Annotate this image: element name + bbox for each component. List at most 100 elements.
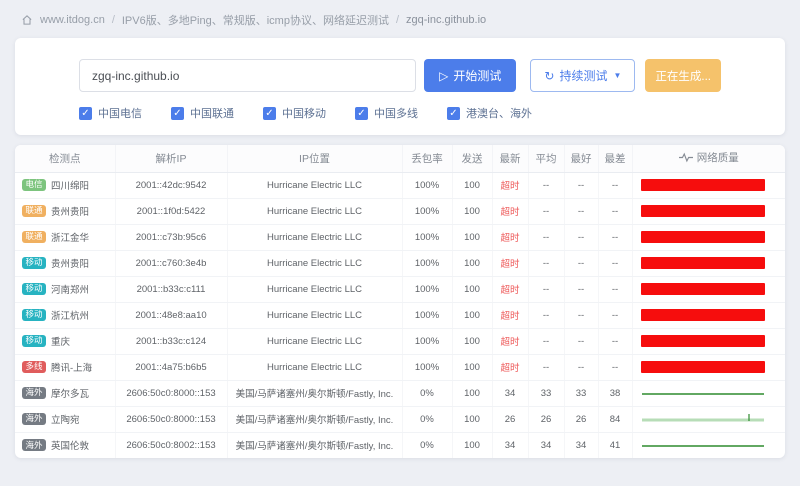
average-cell: -- <box>528 172 564 198</box>
resolved-ip-cell: 2001::c760:3e4b <box>115 250 227 276</box>
quality-cell <box>632 380 785 406</box>
worst-cell: -- <box>598 224 632 250</box>
filter-checkbox-3[interactable]: ✓中国多线 <box>355 105 418 121</box>
table-row: 移动重庆2001::b33c:c124Hurricane Electric LL… <box>15 328 785 354</box>
latest-cell: 34 <box>492 380 528 406</box>
breadcrumb-site-link[interactable]: www.itdog.cn <box>40 14 105 26</box>
home-icon[interactable] <box>21 14 33 26</box>
quality-cell <box>632 302 785 328</box>
quality-cell <box>632 276 785 302</box>
node-name: 贵州贵阳 <box>51 259 89 270</box>
carrier-badge: 海外 <box>22 413 46 425</box>
worst-cell: 38 <box>598 380 632 406</box>
col-header-worst: 最差 <box>598 145 632 172</box>
quality-cell <box>632 432 785 458</box>
packet-loss-cell: 100% <box>402 302 452 328</box>
node-cell: 联通浙江金华 <box>15 224 115 250</box>
sent-cell: 100 <box>452 302 492 328</box>
best-cell: 34 <box>564 432 598 458</box>
worst-cell: 41 <box>598 432 632 458</box>
best-cell: -- <box>564 224 598 250</box>
continuous-test-button[interactable]: ↻ 持续测试 ▼ <box>530 59 635 92</box>
ip-location-cell: Hurricane Electric LLC <box>227 354 402 380</box>
checkbox-checked-icon: ✓ <box>355 107 368 120</box>
best-cell: -- <box>564 172 598 198</box>
checkbox-checked-icon: ✓ <box>79 107 92 120</box>
latest-cell: 超时 <box>492 224 528 250</box>
filter-checkbox-1[interactable]: ✓中国联通 <box>171 105 234 121</box>
node-name: 浙江杭州 <box>51 311 89 322</box>
node-name: 立陶宛 <box>51 415 80 426</box>
average-cell: 34 <box>528 432 564 458</box>
checkbox-checked-icon: ✓ <box>263 107 276 120</box>
node-name: 浙江金华 <box>51 233 89 244</box>
quality-cell <box>632 354 785 380</box>
latest-cell: 34 <box>492 432 528 458</box>
activity-icon <box>679 152 693 163</box>
best-cell: -- <box>564 250 598 276</box>
generating-button[interactable]: 正在生成... <box>645 59 721 92</box>
latest-cell: 26 <box>492 406 528 432</box>
average-cell: -- <box>528 198 564 224</box>
ip-location-cell: 美国/马萨诸塞州/奥尔斯顿/Fastly, Inc. <box>227 432 402 458</box>
node-cell: 移动浙江杭州 <box>15 302 115 328</box>
table-row: 多线腾讯-上海2001::4a75:b6b5Hurricane Electric… <box>15 354 785 380</box>
resolved-ip-cell: 2001::b33c:c111 <box>115 276 227 302</box>
average-cell: -- <box>528 250 564 276</box>
carrier-badge: 联通 <box>22 205 46 217</box>
sent-cell: 100 <box>452 198 492 224</box>
resolved-ip-cell: 2001::48e8:aa10 <box>115 302 227 328</box>
col-header-best: 最好 <box>564 145 598 172</box>
filter-checkbox-4[interactable]: ✓ 港澳台、海外 <box>447 105 532 121</box>
quality-sparkline <box>641 385 765 401</box>
worst-cell: -- <box>598 302 632 328</box>
resolved-ip-cell: 2606:50c0:8000::153 <box>115 406 227 432</box>
checkbox-checked-icon: ✓ <box>447 107 460 120</box>
node-cell: 移动贵州贵阳 <box>15 250 115 276</box>
table-row: 电信四川绵阳2001::42dc:9542Hurricane Electric … <box>15 172 785 198</box>
target-host-input[interactable] <box>79 59 416 92</box>
best-cell: -- <box>564 354 598 380</box>
col-header-packet-loss: 丢包率 <box>402 145 452 172</box>
quality-red-bar <box>641 361 765 373</box>
node-name: 腾讯-上海 <box>51 363 92 374</box>
sent-cell: 100 <box>452 406 492 432</box>
quality-sparkline <box>641 437 765 453</box>
results-table: 检测点 解析IP IP位置 丢包率 发送 最新 平均 最好 最差 网络质量 <box>15 145 785 458</box>
quality-red-bar <box>641 283 765 295</box>
chevron-down-icon: ▼ <box>613 71 621 80</box>
packet-loss-cell: 0% <box>402 406 452 432</box>
filter-label: 港澳台、海外 <box>466 105 532 121</box>
quality-red-bar <box>641 179 765 191</box>
quality-cell <box>632 172 785 198</box>
packet-loss-cell: 100% <box>402 224 452 250</box>
quality-cell <box>632 250 785 276</box>
average-cell: -- <box>528 224 564 250</box>
node-cell: 电信四川绵阳 <box>15 172 115 198</box>
sent-cell: 100 <box>452 328 492 354</box>
quality-red-bar <box>641 205 765 217</box>
latest-cell: 超时 <box>492 172 528 198</box>
start-test-button[interactable]: ▷ 开始测试 <box>424 59 516 92</box>
filter-checkbox-0[interactable]: ✓中国电信 <box>79 105 142 121</box>
latest-cell: 超时 <box>492 328 528 354</box>
resolved-ip-cell: 2001::42dc:9542 <box>115 172 227 198</box>
carrier-badge: 联通 <box>22 231 46 243</box>
carrier-filter-group: ✓中国电信✓中国联通✓中国移动✓中国多线✓港澳台、海外 <box>79 105 721 121</box>
table-row: 移动贵州贵阳2001::c760:3e4bHurricane Electric … <box>15 250 785 276</box>
carrier-badge: 移动 <box>22 335 46 347</box>
node-cell: 联通贵州贵阳 <box>15 198 115 224</box>
table-row: 联通浙江金华2001::c73b:95c6Hurricane Electric … <box>15 224 785 250</box>
packet-loss-cell: 100% <box>402 354 452 380</box>
filter-checkbox-2[interactable]: ✓中国移动 <box>263 105 326 121</box>
carrier-badge: 海外 <box>22 439 46 451</box>
breadcrumb-target-host: zgq-inc.github.io <box>406 14 486 26</box>
node-cell: 多线腾讯-上海 <box>15 354 115 380</box>
breadcrumb-separator: / <box>396 14 399 26</box>
average-cell: 33 <box>528 380 564 406</box>
node-name: 河南郑州 <box>51 285 89 296</box>
packet-loss-cell: 100% <box>402 250 452 276</box>
sent-cell: 100 <box>452 224 492 250</box>
test-panel: ▷ 开始测试 ↻ 持续测试 ▼ 正在生成... ✓中国电信✓中国联通✓中国移动✓… <box>15 38 785 135</box>
breadcrumb-test-type: IPV6版、多地Ping、常规版、icmp协议、网络延迟测试 <box>122 12 389 28</box>
